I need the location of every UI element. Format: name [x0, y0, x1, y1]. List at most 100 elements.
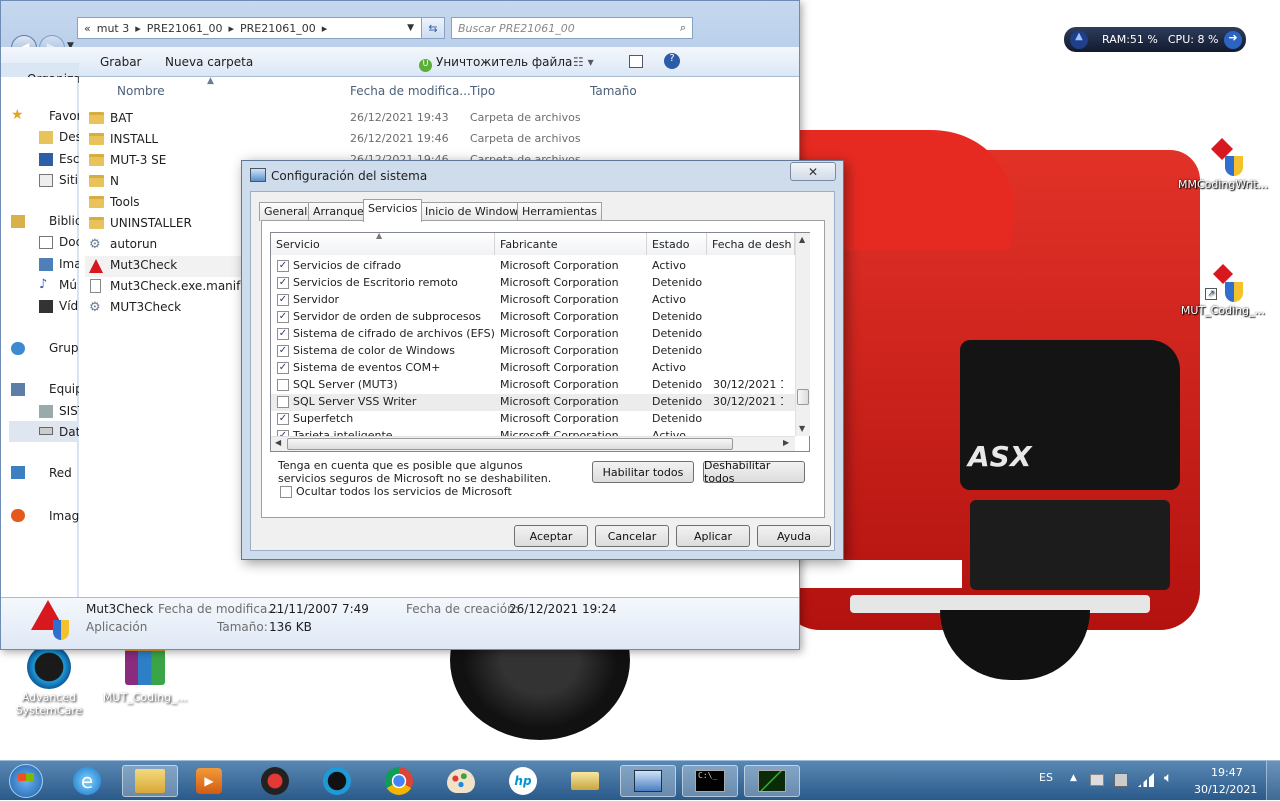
column-header-manufacturer[interactable]: Fabricante [495, 233, 647, 255]
vertical-scrollbar[interactable]: ▲ ▼ [795, 233, 810, 436]
tab-boot[interactable]: Arranque [308, 202, 369, 221]
breadcrumb-item[interactable]: PRE21061_00 [147, 22, 223, 35]
scroll-right-icon[interactable]: ▶ [783, 438, 789, 447]
hide-ms-services-checkbox[interactable] [280, 486, 292, 498]
column-header-service[interactable]: Servicio [271, 233, 495, 255]
mitsubishi-shield-icon [1205, 138, 1243, 178]
refresh-button[interactable]: ⇆ [421, 17, 445, 39]
desktop-icon-advanced-systemcare[interactable]: Advanced SystemCare [4, 645, 94, 717]
taskbar-media-button[interactable]: ▶ [188, 765, 230, 797]
media-player-icon: ▶ [196, 768, 222, 794]
taskbar-cmd-button[interactable]: C:\_ [682, 765, 738, 797]
scroll-thumb[interactable] [797, 389, 809, 405]
clock-date[interactable]: 30/12/2021 [1194, 783, 1257, 796]
service-checkbox[interactable]: ✓ [277, 260, 289, 272]
taskbar: e ▶ hp C:\_ ES ▲ 🔈︎ 19:47 30/12/2021 [0, 760, 1280, 801]
close-button[interactable]: ✕ [790, 162, 836, 181]
search-icon[interactable]: ⌕ [680, 21, 686, 35]
show-hidden-icons-icon[interactable]: ▲ [1070, 773, 1077, 783]
show-desktop-button[interactable] [1266, 761, 1280, 801]
arrow-right-icon[interactable]: ➜ [1224, 30, 1242, 49]
taskbar-msconfig-button[interactable] [620, 765, 676, 797]
service-row[interactable]: ✓ Sistema de eventos COM+ Microsoft Corpor… [271, 360, 795, 377]
signal-bars-icon[interactable] [1138, 773, 1154, 787]
help-icon[interactable]: ? [664, 53, 680, 69]
service-checkbox[interactable]: ✓ [277, 311, 289, 323]
service-checkbox[interactable]: ✓ [277, 362, 289, 374]
service-checkbox[interactable] [277, 396, 289, 408]
service-row[interactable]: ✓ Superfetch Microsoft Corporation Detenido [271, 411, 795, 428]
column-header-state[interactable]: Estado [647, 233, 707, 255]
service-checkbox[interactable] [277, 379, 289, 391]
taskbar-paint-button[interactable] [440, 765, 482, 797]
desktop-icon-mut-coding-shortcut[interactable]: ↗ MUT_Coding_... [1178, 264, 1268, 317]
service-checkbox[interactable]: ✓ [277, 328, 289, 340]
help-button[interactable]: Ayuda [757, 525, 831, 547]
service-row[interactable]: SQL Server (MUT3) Microsoft Corporation De… [271, 377, 795, 394]
taskbar-ie-button[interactable]: e [66, 765, 108, 797]
column-header-name[interactable]: Nombre [117, 84, 165, 98]
service-row[interactable]: ✓ Servidor de orden de subprocesos Microso… [271, 309, 795, 326]
new-folder-button[interactable]: Nueva carpeta [165, 55, 253, 69]
burn-button[interactable]: Grabar [100, 55, 142, 69]
service-row[interactable]: ✓ Sistema de color de Windows Microsoft Co… [271, 343, 795, 360]
scroll-up-icon[interactable]: ▲ [799, 235, 805, 244]
system-monitor-gadget[interactable]: ▲ RAM:51 % CPU: 8 % ➜ [1064, 27, 1246, 52]
file-row-selected[interactable]: Mut3Check [85, 256, 255, 277]
address-dropdown-icon[interactable]: ▼ [407, 23, 414, 33]
column-header-date[interactable]: Fecha de modifica... [350, 84, 471, 98]
service-row[interactable]: ✓ Sistema de cifrado de archivos (EFS) Mic… [271, 326, 795, 343]
enable-all-button[interactable]: Habilitar todos [592, 461, 694, 483]
taskbar-explorer-button[interactable] [122, 765, 178, 797]
file-row[interactable]: INSTALL 26/12/2021 19:46 Carpeta de archiv… [85, 130, 705, 151]
scroll-down-icon[interactable]: ▼ [799, 424, 805, 433]
scroll-thumb-h[interactable] [287, 438, 733, 450]
tab-general[interactable]: General [259, 202, 313, 221]
file-row[interactable]: BAT 26/12/2021 19:43 Carpeta de archivos [85, 109, 705, 130]
taskbar-hp-button[interactable]: hp [502, 765, 544, 797]
service-row[interactable]: ✓ Servidor Microsoft Corporation Activo [271, 292, 795, 309]
taskbar-systemcare-button[interactable] [316, 765, 358, 797]
service-checkbox[interactable]: ✓ [277, 345, 289, 357]
service-row[interactable]: ✓ Servicios de cifrado Microsoft Corporati… [271, 258, 795, 275]
column-header-size[interactable]: Tamaño [590, 84, 637, 98]
breadcrumb-item[interactable]: PRE21061_00 [240, 22, 316, 35]
horizontal-scrollbar[interactable]: ◀ ▶ [271, 436, 795, 451]
service-checkbox[interactable]: ✓ [277, 294, 289, 306]
view-options-icon[interactable]: ☷ ▾ [573, 55, 594, 69]
volume-icon[interactable]: 🔈︎ [1164, 770, 1172, 786]
disable-all-button[interactable]: Deshabilitar todos [703, 459, 805, 485]
taskbar-red-app-button[interactable] [254, 765, 296, 797]
system-configuration-dialog[interactable]: Configuración del sistema ✕ General Arra… [241, 160, 844, 560]
preview-pane-icon[interactable] [629, 55, 643, 68]
breadcrumb-item[interactable]: mut 3 [97, 22, 130, 35]
hide-ms-services-label[interactable]: Ocultar todos los servicios de Microsoft [296, 485, 512, 498]
service-checkbox[interactable]: ✓ [277, 277, 289, 289]
clock-time[interactable]: 19:47 [1211, 766, 1243, 779]
cancel-button[interactable]: Cancelar [595, 525, 669, 547]
start-button[interactable] [4, 764, 48, 798]
apply-button[interactable]: Aplicar [676, 525, 750, 547]
address-bar[interactable]: « mut 3 ▸ PRE21061_00 ▸ PRE21061_00 ▸ ▼ [77, 17, 445, 39]
column-header-disabled-date[interactable]: Fecha de desh [707, 233, 795, 255]
flag-alert-icon[interactable] [1090, 774, 1104, 786]
network-status-icon[interactable] [1114, 773, 1128, 787]
ok-button[interactable]: Aceptar [514, 525, 588, 547]
language-indicator[interactable]: ES [1039, 771, 1053, 784]
service-row[interactable]: SQL Server VSS Writer Microsoft Corporati… [271, 394, 795, 411]
column-header-type[interactable]: Tipo [470, 84, 495, 98]
taskbar-taskmgr-button[interactable] [744, 765, 800, 797]
service-checkbox[interactable]: ✓ [277, 413, 289, 425]
tab-services[interactable]: Servicios [363, 199, 423, 222]
desktop-icon-mut-coding-rar[interactable]: MUT_Coding_... [100, 645, 190, 704]
taskbar-drive-button[interactable] [564, 765, 606, 797]
scroll-left-icon[interactable]: ◀ [275, 438, 281, 447]
file-shredder-button[interactable]: U Уничтожитель файла [419, 55, 572, 72]
desktop-icon-mmcodingwriter[interactable]: MMCodingWrit... [1178, 138, 1268, 191]
search-input[interactable]: Buscar PRE21061_00 ⌕ [451, 17, 693, 39]
tab-startup[interactable]: Inicio de Windows [420, 202, 529, 221]
service-row[interactable]: ✓ Servicios de Escritorio remoto Microsoft… [271, 275, 795, 292]
services-list[interactable]: Servicio ▲ Fabricante Estado Fecha de de… [270, 231, 810, 452]
taskbar-chrome-button[interactable] [378, 765, 420, 797]
tab-tools[interactable]: Herramientas [517, 202, 602, 221]
